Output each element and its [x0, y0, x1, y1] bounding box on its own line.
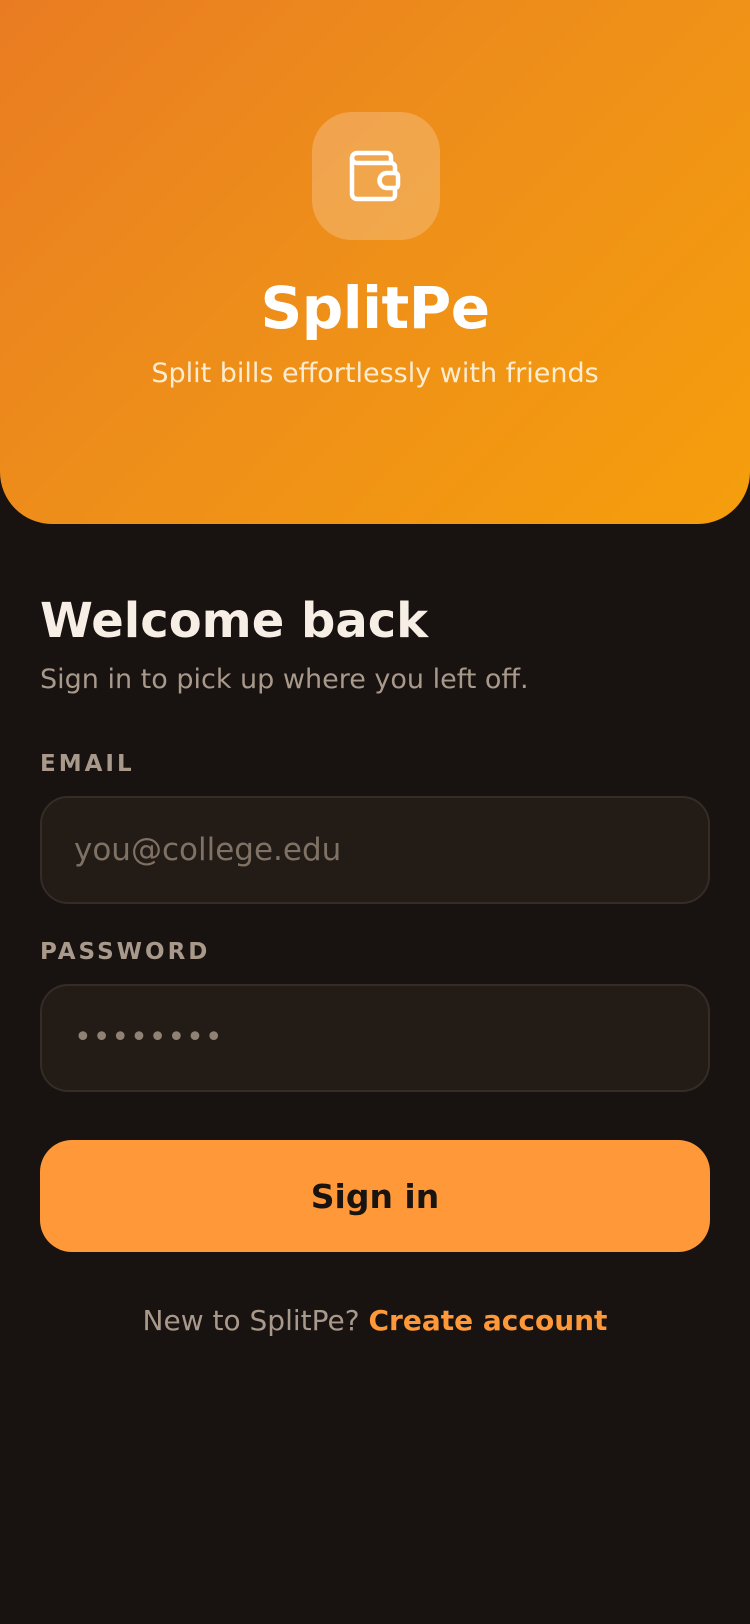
email-placeholder: you@college.edu [74, 832, 342, 868]
email-label: EMAIL [40, 751, 135, 777]
create-account-link[interactable]: Create account [369, 1304, 608, 1337]
email-field[interactable]: you@college.edu [40, 796, 710, 904]
wallet-icon [349, 150, 401, 202]
password-value: •••••••• [74, 1020, 224, 1055]
password-label: PASSWORD [40, 939, 211, 965]
page-subtitle: Sign in to pick up where you left off. [40, 664, 529, 695]
app-logo [312, 112, 440, 240]
signup-prompt-text: New to SplitPe? [142, 1304, 360, 1337]
app-tagline: Split bills effortlessly with friends [151, 358, 599, 389]
sign-in-button[interactable]: Sign in [40, 1140, 710, 1252]
app-name: SplitPe [260, 274, 490, 342]
page-title: Welcome back [40, 593, 429, 649]
header-banner: SplitPe Split bills effortlessly with fr… [0, 0, 750, 524]
password-field[interactable]: •••••••• [40, 984, 710, 1092]
signup-prompt: New to SplitPe? Create account [0, 1302, 750, 1340]
